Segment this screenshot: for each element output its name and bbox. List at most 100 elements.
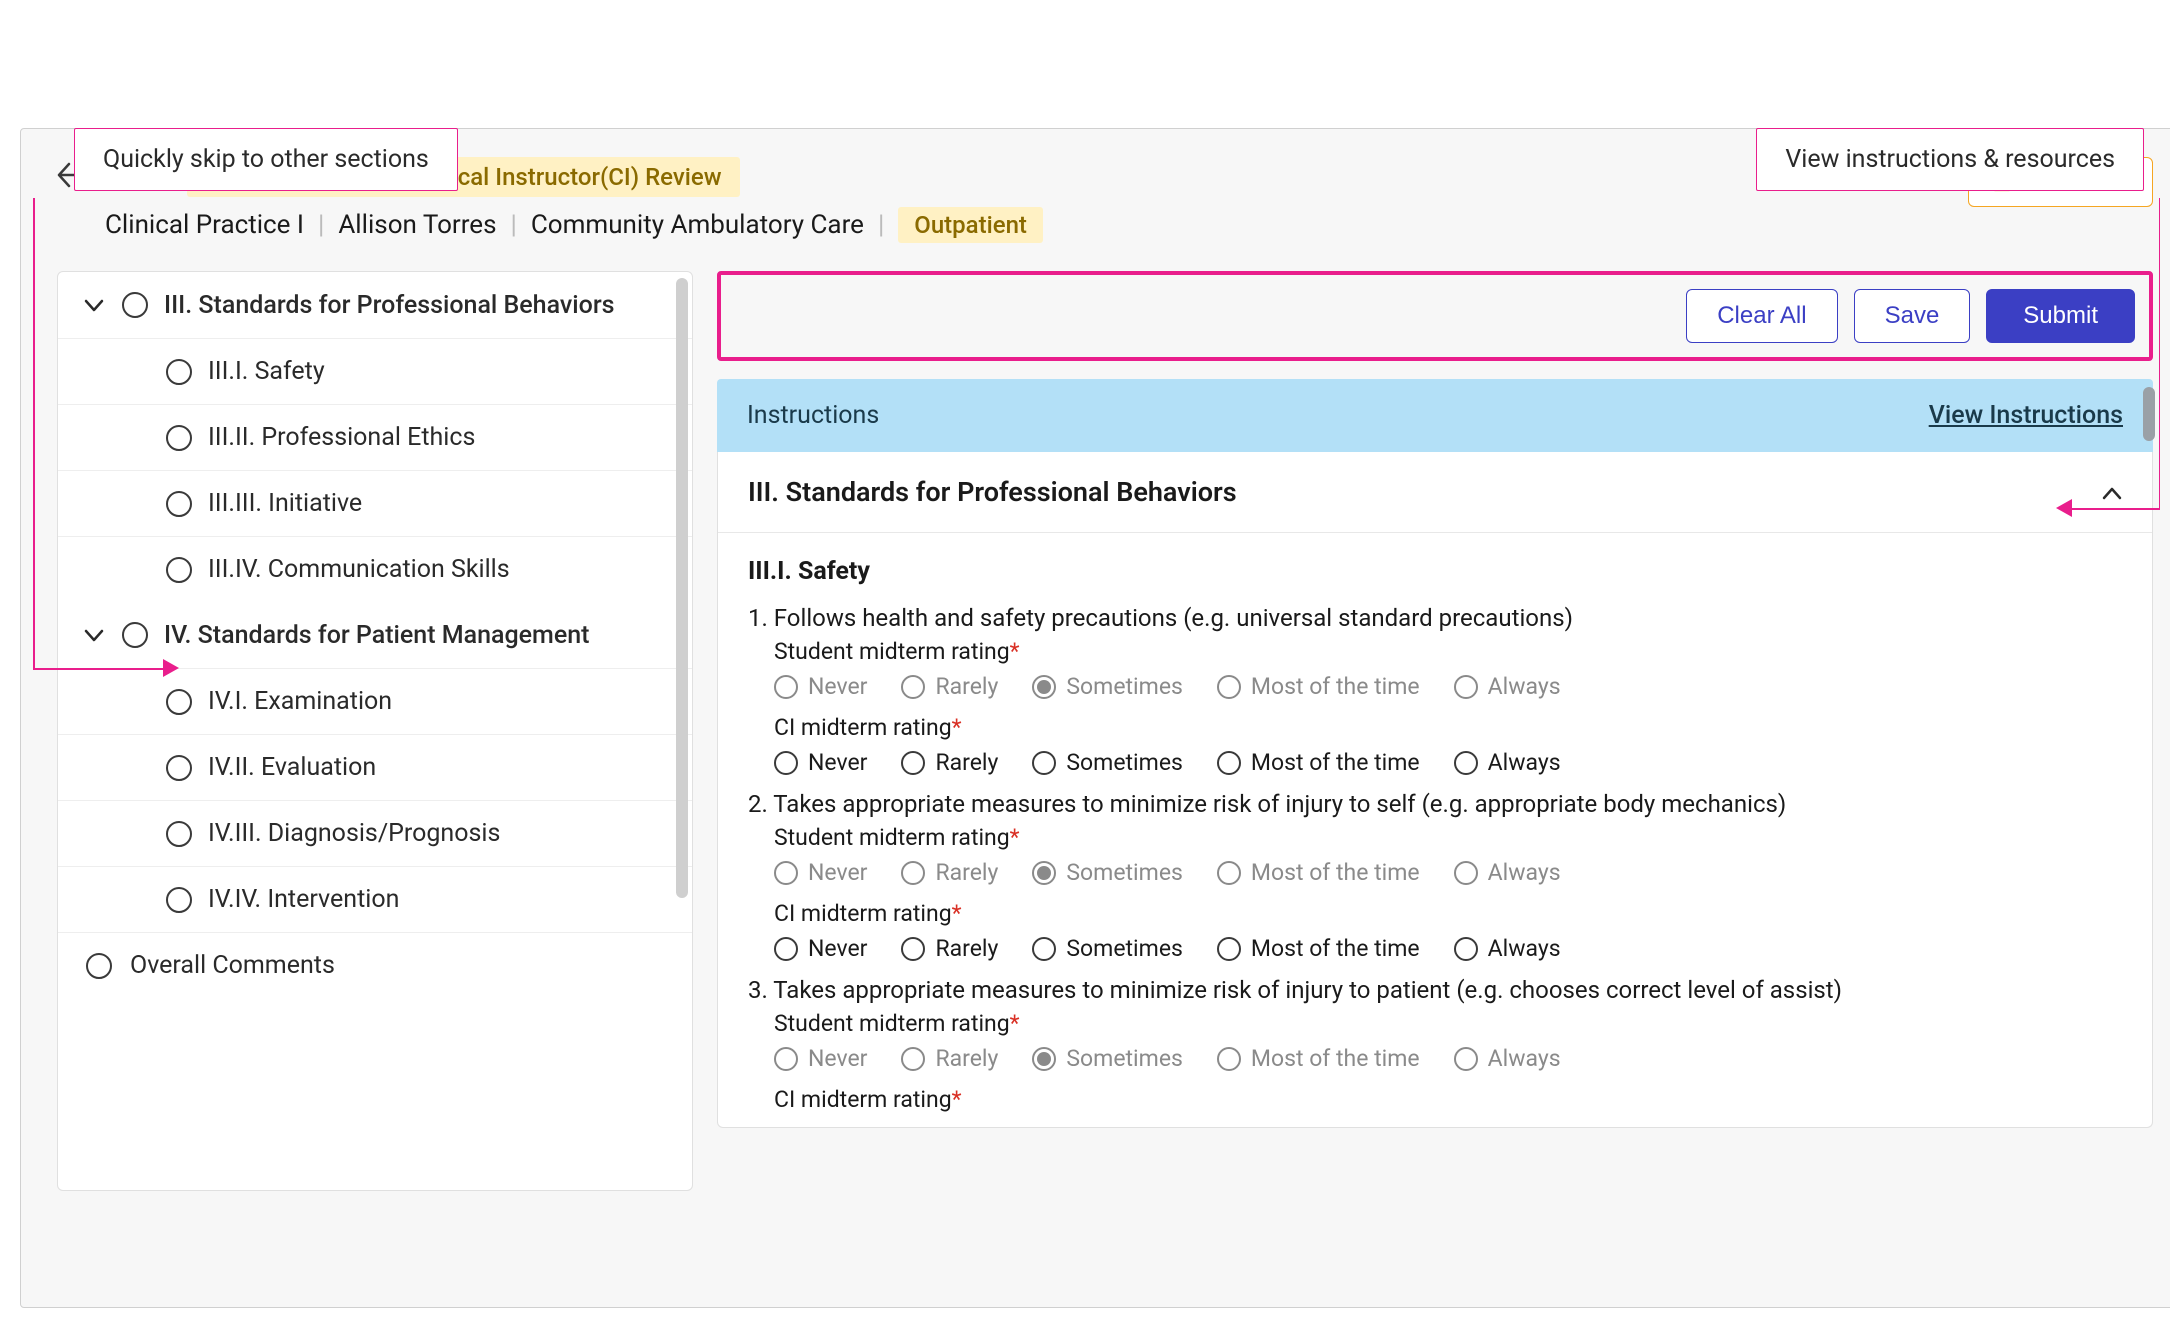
rating-label: Student midterm rating* bbox=[774, 1010, 2122, 1037]
rating-option-label: Never bbox=[808, 859, 867, 886]
ci-rating-block: CI midterm rating* Never Rarely Sometimes Mo… bbox=[748, 900, 2122, 962]
rating-option: Always bbox=[1454, 859, 1561, 886]
sidebar-item-initiative[interactable]: III.III. Initiative bbox=[58, 470, 692, 536]
rating-row: NeverRarelySometimesMost of the timeAlwa… bbox=[774, 1045, 2122, 1072]
question: 1. Follows health and safety precautions… bbox=[748, 604, 2122, 776]
sidebar-item-diagnosis[interactable]: IV.III. Diagnosis/Prognosis bbox=[58, 800, 692, 866]
sidebar-item-label: IV.I. Examination bbox=[208, 687, 392, 716]
sidebar-item-label: IV.III. Diagnosis/Prognosis bbox=[208, 819, 500, 848]
callout-connector bbox=[2072, 508, 2160, 510]
rating-option[interactable]: Sometimes bbox=[1032, 935, 1183, 962]
save-button[interactable]: Save bbox=[1854, 289, 1971, 343]
radio-icon bbox=[1454, 1047, 1478, 1071]
rating-option[interactable]: Never bbox=[774, 935, 867, 962]
rating-option-label: Always bbox=[1488, 1045, 1561, 1072]
rating-option[interactable]: Always bbox=[1454, 935, 1561, 962]
scrollbar[interactable] bbox=[676, 278, 688, 898]
rating-option[interactable]: Most of the time bbox=[1217, 749, 1420, 776]
view-instructions-link[interactable]: View Instructions bbox=[1929, 401, 2123, 430]
rating-option: Most of the time bbox=[1217, 859, 1420, 886]
rating-row: Never Rarely Sometimes Most of the time Alwa… bbox=[774, 749, 2122, 776]
sidebar-item-label: III.II. Professional Ethics bbox=[208, 423, 475, 452]
callout-sidebar: Quickly skip to other sections bbox=[74, 128, 458, 191]
question-text: 3. Takes appropriate measures to minimiz… bbox=[748, 976, 2122, 1004]
chevron-down-icon bbox=[82, 620, 106, 650]
rating-option-label: Sometimes bbox=[1066, 749, 1183, 776]
rating-row: NeverRarelySometimesMost of the timeAlwa… bbox=[774, 673, 2122, 700]
radio-icon bbox=[901, 675, 925, 699]
chevron-down-icon bbox=[82, 290, 106, 320]
sidebar-item-ethics[interactable]: III.II. Professional Ethics bbox=[58, 404, 692, 470]
section-body: III.I. Safety 1. Follows health and safe… bbox=[718, 533, 2152, 1113]
sidebar-item-examination[interactable]: IV.I. Examination bbox=[58, 668, 692, 734]
sidebar-item-intervention[interactable]: IV.IV. Intervention bbox=[58, 866, 692, 932]
rating-option-label: Never bbox=[808, 673, 867, 700]
rating-option-label: Always bbox=[1488, 859, 1561, 886]
subsection-title: III.I. Safety bbox=[748, 557, 2122, 586]
rating-option-label: Never bbox=[808, 749, 867, 776]
rating-label: CI midterm rating* bbox=[774, 714, 2122, 741]
rating-option-label: Always bbox=[1488, 749, 1561, 776]
submit-button[interactable]: Submit bbox=[1986, 289, 2135, 343]
breadcrumb: Clinical Practice I | Allison Torres | C… bbox=[105, 207, 1950, 243]
radio-icon bbox=[1217, 675, 1241, 699]
breadcrumb-separator: | bbox=[878, 210, 884, 240]
rating-option[interactable]: Rarely bbox=[901, 935, 998, 962]
rating-option-label: Most of the time bbox=[1251, 673, 1420, 700]
sidebar-item-overall[interactable]: Overall Comments bbox=[58, 932, 692, 998]
rating-option[interactable]: Always bbox=[1454, 749, 1561, 776]
callout-connector bbox=[2159, 198, 2161, 508]
callout-connector bbox=[33, 668, 163, 670]
radio-icon bbox=[1454, 751, 1478, 775]
rating-option: Never bbox=[774, 673, 867, 700]
rating-option-label: Always bbox=[1488, 673, 1561, 700]
rating-option[interactable]: Rarely bbox=[901, 749, 998, 776]
rating-option-label: Sometimes bbox=[1066, 859, 1183, 886]
rating-option[interactable]: Most of the time bbox=[1217, 935, 1420, 962]
radio-icon bbox=[1454, 675, 1478, 699]
rating-option[interactable]: Sometimes bbox=[1032, 749, 1183, 776]
breadcrumb-course: Clinical Practice I bbox=[105, 210, 304, 240]
radio-icon bbox=[166, 359, 192, 385]
sidebar-item-label: III.IV. Communication Skills bbox=[208, 555, 510, 584]
arrow-icon bbox=[2056, 499, 2072, 517]
student-rating-block: Student midterm rating* Never Rarely Someti… bbox=[748, 824, 2122, 886]
rating-row: Never Rarely Sometimes Most of the time Alwa… bbox=[774, 935, 2122, 962]
rating-option[interactable]: Never bbox=[774, 749, 867, 776]
rating-label: CI midterm rating* bbox=[774, 900, 2122, 927]
clear-all-button[interactable]: Clear All bbox=[1686, 289, 1837, 343]
section-header[interactable]: III. Standards for Professional Behavior… bbox=[718, 452, 2152, 533]
sidebar-item-evaluation[interactable]: IV.II. Evaluation bbox=[58, 734, 692, 800]
rating-option-label: Most of the time bbox=[1251, 935, 1420, 962]
rating-option: Rarely bbox=[901, 673, 998, 700]
rating-option-label: Rarely bbox=[935, 673, 998, 700]
rating-option-label: Most of the time bbox=[1251, 749, 1420, 776]
student-rating-block: Student midterm rating*NeverRarelySometi… bbox=[748, 638, 2122, 700]
rating-option: Never bbox=[774, 1045, 867, 1072]
question-text: 2. Takes appropriate measures to minimiz… bbox=[748, 790, 2122, 818]
sidebar-nav: III. Standards for Professional Behavior… bbox=[57, 271, 693, 1191]
radio-icon bbox=[1032, 861, 1056, 885]
rating-option-label: Rarely bbox=[935, 859, 998, 886]
rating-option-label: Sometimes bbox=[1066, 1045, 1183, 1072]
sidebar-item-label: Overall Comments bbox=[130, 951, 335, 980]
rating-option: Most of the time bbox=[1217, 673, 1420, 700]
action-bar: Clear All Save Submit bbox=[717, 271, 2153, 361]
rating-option-label: Most of the time bbox=[1251, 1045, 1420, 1072]
radio-icon bbox=[774, 937, 798, 961]
rating-option-label: Sometimes bbox=[1066, 935, 1183, 962]
radio-icon bbox=[1454, 861, 1478, 885]
radio-icon bbox=[1032, 675, 1056, 699]
question-text: 1. Follows health and safety precautions… bbox=[748, 604, 2122, 632]
sidebar-item-safety[interactable]: III.I. Safety bbox=[58, 338, 692, 404]
rating-label: Student midterm rating* bbox=[774, 824, 2122, 851]
radio-icon bbox=[1217, 861, 1241, 885]
scrollbar[interactable] bbox=[2143, 387, 2155, 441]
radio-icon bbox=[1217, 937, 1241, 961]
sidebar-item-section-4[interactable]: IV. Standards for Patient Management bbox=[58, 602, 692, 668]
radio-icon bbox=[166, 821, 192, 847]
sidebar-item-section-3[interactable]: III. Standards for Professional Behavior… bbox=[58, 272, 692, 338]
rating-option: Rarely bbox=[901, 859, 998, 886]
sidebar-item-communication[interactable]: III.IV. Communication Skills bbox=[58, 536, 692, 602]
radio-icon bbox=[166, 689, 192, 715]
